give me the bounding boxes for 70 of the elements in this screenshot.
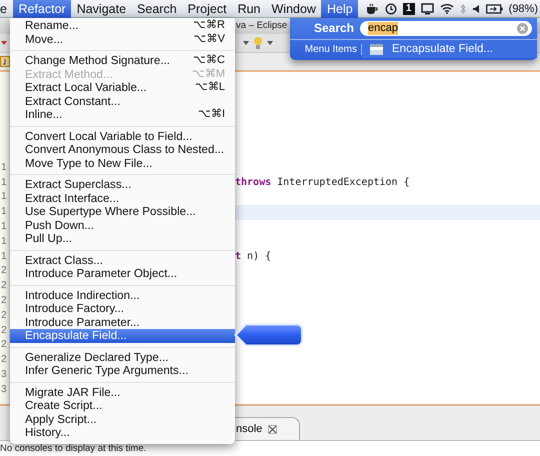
line-number: 2 — [0, 264, 8, 278]
line-number: 2 — [0, 338, 8, 352]
line-number: 1 — [0, 176, 8, 190]
wifi-icon[interactable] — [440, 3, 454, 14]
line-number: 2 — [0, 279, 8, 294]
arrow-pointer — [234, 322, 304, 348]
menu-bar-item[interactable]: Run — [232, 0, 266, 18]
menu-bar-item[interactable]: Help — [321, 0, 358, 18]
menu-item[interactable]: Push Down... — [10, 218, 235, 232]
line-number: 1 — [0, 160, 8, 175]
spaces-indicator[interactable]: 1 — [402, 2, 415, 14]
battery-percentage: (98%) — [508, 2, 538, 14]
menu-item[interactable]: Pull Up... — [10, 232, 235, 246]
menu-bar-item[interactable]: Refactor — [12, 0, 72, 18]
menu-bar-item[interactable]: Project — [182, 0, 232, 18]
search-result[interactable]: Encapsulate Field... — [362, 40, 537, 58]
menu-item[interactable]: Infer Generic Type Arguments... — [10, 364, 235, 378]
menu-item[interactable]: Move Type to New File... — [10, 156, 235, 170]
menu-bar-item[interactable]: Window — [266, 0, 322, 18]
search-field[interactable]: encap — [360, 20, 532, 36]
dropdown-icon[interactable] — [266, 39, 274, 47]
java-file-icon[interactable] — [0, 56, 10, 67]
menu-item[interactable]: Convert Anonymous Class to Nested... — [10, 143, 235, 156]
line-number: 1 — [0, 190, 8, 204]
clock-icon[interactable] — [384, 2, 397, 14]
dropdown-icon[interactable] — [242, 39, 250, 47]
window-title: va – Eclipse — [236, 20, 288, 31]
menu-bar-item[interactable]: e — [0, 0, 13, 18]
search-label: Search — [312, 21, 355, 35]
dropdown-icon[interactable] — [0, 39, 8, 47]
line-number: 1 — [0, 205, 8, 220]
line-number: 3 — [0, 368, 8, 382]
menu-item[interactable]: Introduce Indirection... — [10, 288, 235, 302]
menu-item[interactable]: Introduce Factory... — [10, 302, 235, 316]
menu-item[interactable]: Extract Interface... — [10, 192, 235, 205]
menu-item[interactable]: Move... ⌥⌘V — [10, 32, 235, 46]
menu-bar-item[interactable]: Search — [132, 0, 182, 18]
menu-bar-item[interactable]: Navigate — [71, 0, 132, 18]
close-icon[interactable] — [268, 424, 278, 434]
code-line: throws InterruptedException { — [235, 176, 411, 190]
line-number: 1 — [0, 234, 8, 249]
speaker-icon[interactable] — [472, 4, 480, 14]
menu-item[interactable]: Use Supertype Where Possible... — [10, 205, 235, 218]
menu-item[interactable]: Migrate JAR File... — [10, 386, 235, 399]
line-number: 2 — [0, 294, 8, 308]
menu-item[interactable]: Encapsulate Field... — [10, 329, 235, 342]
line-number: 3 — [0, 382, 8, 397]
menu-item[interactable]: Rename... ⌥⌘R — [10, 19, 235, 32]
menu-item[interactable]: Extract Superclass... — [10, 178, 235, 192]
menu-item[interactable]: Introduce Parameter Object... — [10, 267, 235, 280]
line-number: 1 — [0, 220, 8, 234]
menu-item[interactable]: Extract Class... — [10, 254, 235, 267]
menu-item[interactable]: Extract Local Variable... ⌥⌘L — [10, 81, 235, 94]
line-number: 2 — [0, 353, 8, 368]
line-number: 1 — [0, 250, 8, 264]
bluetooth-icon[interactable] — [460, 2, 466, 14]
menu-item[interactable]: Create Script... — [10, 399, 235, 412]
battery-icon[interactable] — [486, 4, 503, 14]
menu-icon[interactable] — [370, 44, 383, 54]
menu-item[interactable]: Extract Constant... — [10, 94, 235, 108]
line-number: 2 — [0, 308, 8, 323]
menu-item[interactable]: Inline... ⌥⌘I — [10, 108, 235, 122]
menu-item[interactable]: Convert Local Variable to Field... — [10, 130, 235, 143]
code-line: t n) { — [235, 250, 272, 264]
menu-item[interactable]: Generalize Declared Type... — [10, 350, 235, 364]
display-icon[interactable] — [420, 2, 434, 14]
line-number: 2 — [0, 324, 8, 338]
menu-item[interactable]: Introduce Parameter... — [10, 316, 235, 329]
coffee-cup-icon[interactable] — [364, 2, 379, 14]
console-message: No consoles to display at this time. — [0, 443, 146, 454]
